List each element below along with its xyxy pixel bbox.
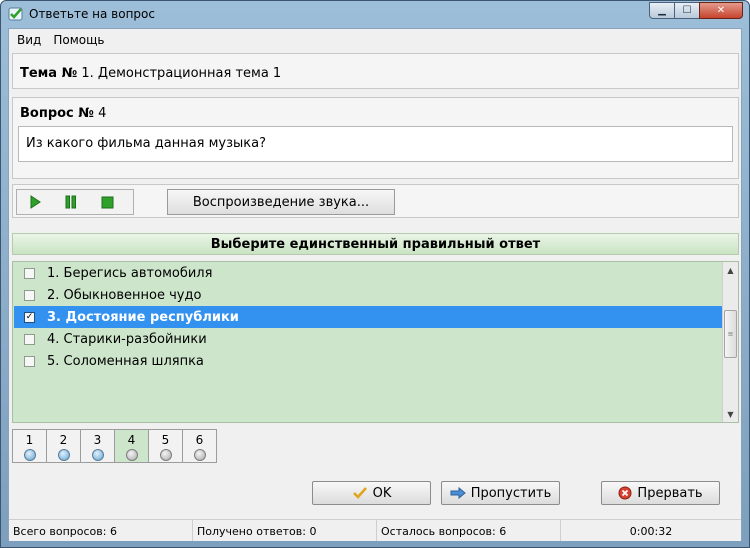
close-button[interactable]: ✕ [699,2,743,19]
question-nav-1[interactable]: 1 [12,429,47,463]
answer-label: 4. Старики-разбойники [47,331,207,347]
answer-option-2[interactable]: 2. Обыкновенное чудо [14,284,722,306]
pending-status-icon [194,449,206,461]
theme-panel: Тема № 1. Демонстрационная тема 1 [12,53,739,89]
scroll-up-icon[interactable]: ▲ [723,262,738,278]
arrow-right-icon [450,487,466,499]
question-panel: Вопрос № 4 Из какого фильма данная музык… [12,97,739,179]
status-bar: Всего вопросов: 6 Получено ответов: 0 Ос… [9,519,741,541]
answer-option-4[interactable]: 4. Старики-разбойники [14,328,722,350]
question-nav-number: 3 [93,433,102,447]
status-answered: Получено ответов: 0 [193,519,377,541]
media-panel: Воспроизведение звука... [12,184,739,218]
status-total: Всего вопросов: 6 [9,519,193,541]
answer-option-3[interactable]: ✓ 3. Достояние республики [14,306,722,328]
ok-label: OK [372,485,392,501]
answer-checkbox-checked[interactable]: ✓ [24,311,35,323]
maximize-icon: ☐ [682,5,692,16]
answer-checkbox[interactable] [24,333,35,345]
check-icon [8,6,24,22]
menu-help[interactable]: Помощь [51,33,110,47]
minimize-button[interactable]: ▁ [649,2,675,19]
theme-value: 1. Демонстрационная тема 1 [81,66,282,81]
question-nav-number: 2 [59,433,68,447]
answer-option-5[interactable]: 5. Соломенная шляпка [14,350,722,372]
answer-label: 5. Соломенная шляпка [47,353,204,369]
minimize-icon: ▁ [658,5,666,16]
answered-status-icon [92,449,104,461]
skip-button[interactable]: Пропустить [441,481,560,505]
status-timer: 0:00:32 [561,519,741,541]
question-nav-5[interactable]: 5 [148,429,183,463]
stop-x-icon [618,486,632,500]
question-nav-3[interactable]: 3 [80,429,115,463]
answers-list: 1. Берегись автомобиля 2. Обыкновенное ч… [12,261,739,423]
abort-button[interactable]: Прервать [601,481,720,505]
window: Ответьте на вопрос ▁ ☐ ✕ Вид Помощь Тема… [0,0,750,548]
checkmark-icon [352,486,368,500]
stop-icon [101,196,113,208]
answer-label: 3. Достояние республики [47,309,239,325]
answer-label: 1. Берегись автомобиля [47,265,213,281]
play-sound-button[interactable]: Воспроизведение звука... [167,189,395,215]
question-nav-number: 4 [127,433,136,447]
question-nav-4[interactable]: 4 [114,429,149,463]
question-nav-number: 6 [195,433,204,447]
question-navigator: 1 2 3 4 5 6 [12,429,217,463]
answer-label: 2. Обыкновенное чудо [47,287,202,303]
menu-view[interactable]: Вид [15,33,47,47]
question-nav-6[interactable]: 6 [182,429,217,463]
question-nav-2[interactable]: 2 [46,429,81,463]
status-remaining: Осталось вопросов: 6 [377,519,561,541]
question-number: 4 [98,106,107,121]
menu-bar: Вид Помощь [9,29,741,51]
question-label: Вопрос № [20,106,94,121]
maximize-button[interactable]: ☐ [674,2,700,19]
media-controls [16,189,134,215]
scroll-thumb[interactable]: ≡ [724,310,737,358]
answered-status-icon [58,449,70,461]
ok-button[interactable]: OK [312,481,431,505]
answer-checkbox[interactable] [24,267,35,279]
answer-option-1[interactable]: 1. Берегись автомобиля [14,262,722,284]
question-text: Из какого фильма данная музыка? [18,126,733,162]
title-bar[interactable]: Ответьте на вопрос ▁ ☐ ✕ [1,1,749,27]
theme-label: Тема № [20,66,78,81]
answer-checkbox[interactable] [24,355,35,367]
scroll-down-icon[interactable]: ▼ [723,406,738,422]
answers-header: Выберите единственный правильный ответ [12,233,739,255]
pending-status-icon [126,449,138,461]
play-icon [30,195,41,209]
question-nav-number: 5 [161,433,170,447]
pause-button[interactable] [53,191,89,213]
answer-checkbox[interactable] [24,289,35,301]
client-area: Вид Помощь Тема № 1. Демонстрационная те… [8,28,742,541]
stop-button[interactable] [89,191,125,213]
skip-label: Пропустить [470,485,552,501]
window-title: Ответьте на вопрос [29,7,155,21]
pending-status-icon [160,449,172,461]
play-button[interactable] [17,191,53,213]
question-nav-number: 1 [25,433,34,447]
answered-status-icon [24,449,36,461]
close-icon: ✕ [716,5,726,16]
answers-scrollbar[interactable]: ▲ ≡ ▼ [722,262,738,422]
pause-icon [65,195,76,209]
abort-label: Прервать [637,485,703,501]
